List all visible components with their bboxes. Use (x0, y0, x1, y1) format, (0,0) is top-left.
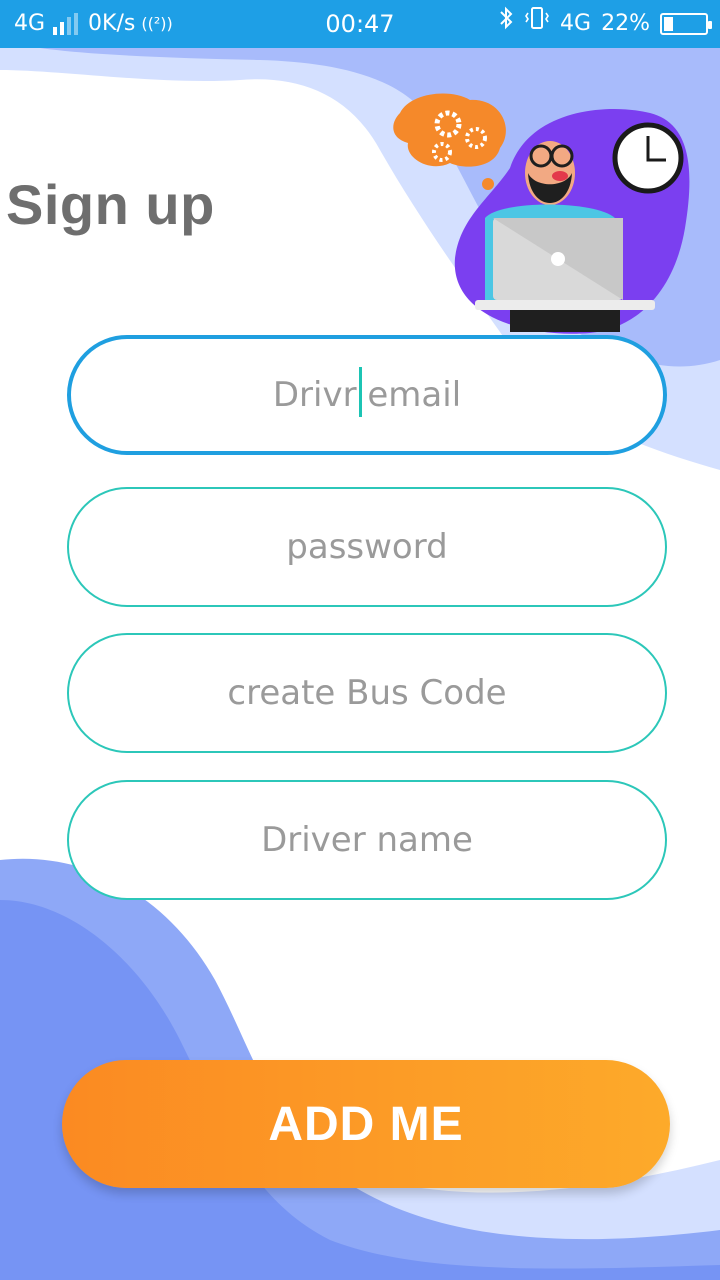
status-right: 4G 22% (498, 0, 712, 48)
email-field-placeholder: Drivr email (272, 367, 462, 417)
vibrate-icon (524, 0, 550, 48)
network-type-2: 4G (560, 11, 592, 36)
email-placeholder-text: Drivr email (272, 375, 462, 415)
gears-icon (393, 93, 506, 190)
status-bar: 4G 0K/s ((²)) 00:47 4G 22% (0, 0, 720, 48)
clock-icon (612, 122, 684, 194)
driver-name-field[interactable]: Driver name (67, 780, 667, 900)
driver-name-placeholder-text: Driver name (261, 820, 473, 860)
password-field[interactable]: password (67, 487, 667, 607)
text-cursor (358, 367, 362, 417)
page-title: Sign up (6, 173, 215, 236)
bus-code-placeholder-text: create Bus Code (227, 673, 507, 713)
bus-code-field[interactable]: create Bus Code (67, 633, 667, 753)
add-me-button[interactable]: ADD ME (62, 1060, 670, 1188)
battery-icon (660, 13, 712, 35)
battery-percent: 22% (601, 11, 650, 36)
add-me-button-label: ADD ME (268, 1097, 464, 1151)
password-placeholder-text: password (286, 527, 448, 567)
developer-illustration (393, 93, 690, 334)
bluetooth-icon (498, 0, 514, 48)
email-field[interactable]: Drivr email (67, 335, 667, 455)
